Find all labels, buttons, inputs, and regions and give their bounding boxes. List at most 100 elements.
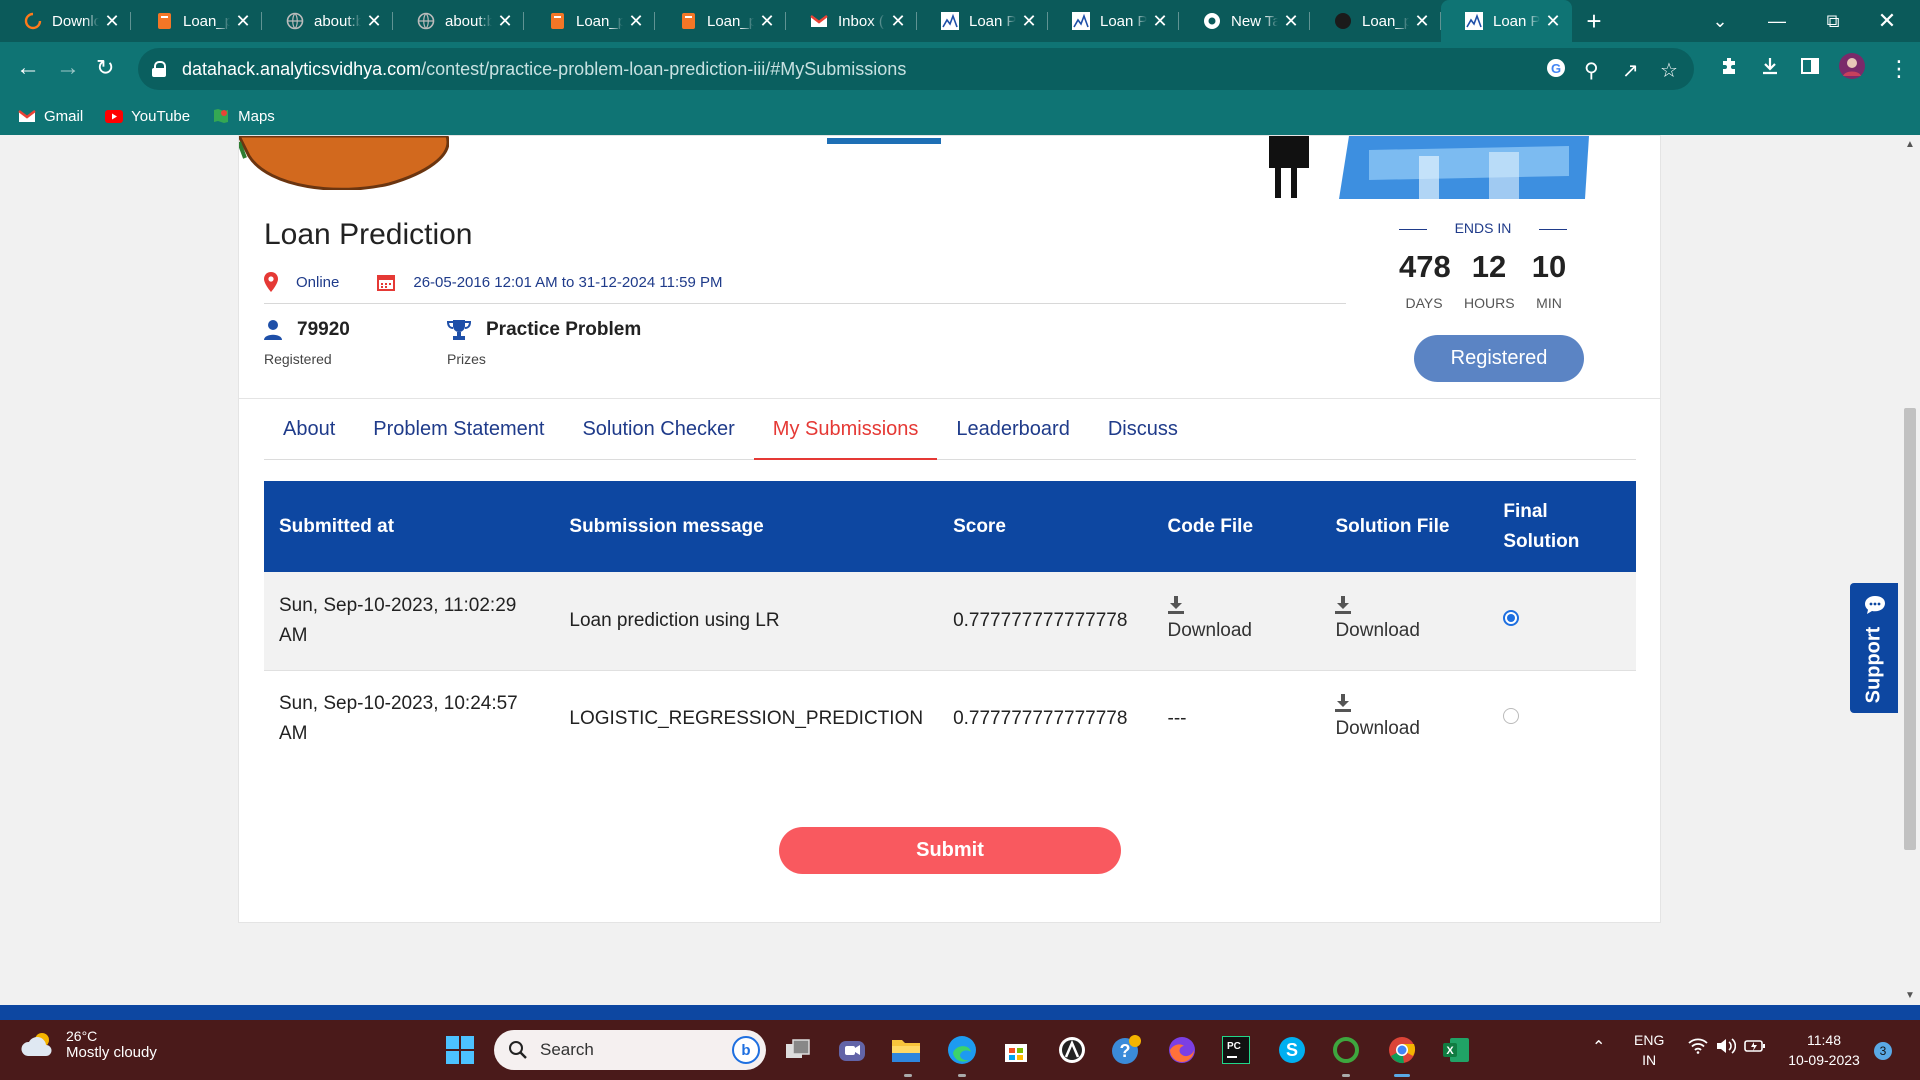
close-tab-icon[interactable]: ✕ [1544,11,1562,32]
close-tab-icon[interactable]: ✕ [1151,11,1169,32]
browser-tab[interactable]: Loan Pr✕ [1441,0,1572,42]
weather-widget[interactable]: 26°C Mostly cloudy [20,1028,157,1061]
close-tab-icon[interactable]: ✕ [758,11,776,32]
tab-my-submissions[interactable]: My Submissions [753,418,938,460]
extensions-icon[interactable] [1720,56,1740,82]
key-icon[interactable]: ⚲ [1584,58,1599,83]
close-tab-icon[interactable]: ✕ [103,11,121,32]
reload-button[interactable]: ↻ [96,56,114,80]
final-solution-radio[interactable] [1503,609,1520,626]
close-window-button[interactable]: ✕ [1864,0,1910,42]
back-button[interactable]: ← [16,56,40,80]
share-icon[interactable]: ↗ [1622,58,1639,83]
downloads-icon[interactable] [1760,56,1780,82]
browser-tab[interactable]: Downlo ✕ [0,0,131,42]
microsoft-store-icon[interactable] [1000,1034,1032,1066]
close-tab-icon[interactable]: ✕ [1020,11,1038,32]
tab-title: Loan Pr [1493,12,1540,30]
code-download-link[interactable]: Download [1167,595,1306,646]
browser-tab[interactable]: Loan_pr✕ [655,0,786,42]
address-bar[interactable]: datahack.analyticsvidhya.com/contest/pra… [138,48,1694,90]
start-button[interactable] [444,1034,476,1066]
submit-button[interactable]: Submit [779,827,1121,874]
bookmark-youtube[interactable]: YouTube [105,108,190,125]
close-tab-icon[interactable]: ✕ [889,11,907,32]
youtube-icon [105,109,124,123]
excel-icon[interactable]: X [1440,1034,1472,1066]
browser-tab[interactable]: about:b ✕ [393,0,524,42]
user-icon [264,320,282,340]
contest-card: Loan Prediction Online 26-05-2016 12:01 … [238,135,1661,923]
col-submitted-at: Submitted at [279,515,395,537]
app-icon-outline[interactable] [1056,1034,1088,1066]
restore-button[interactable]: ⧉ [1810,0,1856,42]
minimize-button[interactable]: — [1754,0,1800,42]
support-tab[interactable]: Support [1850,583,1898,713]
solution-download-link[interactable]: Download [1335,595,1473,646]
close-tab-icon[interactable]: ✕ [496,11,514,32]
forward-button[interactable]: → [56,56,80,80]
edge-browser-icon[interactable] [946,1034,978,1066]
tab-title: Loan_pr [707,12,754,30]
browser-tab[interactable]: Loan_pr✕ [524,0,655,42]
wifi-icon[interactable] [1688,1038,1708,1059]
bookmark-gmail[interactable]: Gmail [18,108,83,125]
page-scrollbar[interactable]: ▲ ▼ [1900,135,1920,1005]
browser-tab[interactable]: Loan_pr✕ [131,0,262,42]
ring-app-icon[interactable] [1330,1034,1362,1066]
browser-tab[interactable]: about:b ✕ [262,0,393,42]
close-tab-icon[interactable]: ✕ [1282,11,1300,32]
registered-button[interactable]: Registered [1414,335,1584,382]
maps-icon [212,109,230,123]
close-tab-icon[interactable]: ✕ [627,11,645,32]
task-view-icon[interactable] [782,1034,814,1066]
firefox-icon[interactable] [1166,1034,1198,1066]
contest-tabs: About Problem Statement Solution Checker My… [264,418,1636,460]
tab-search-icon[interactable]: ⌄ [1700,0,1740,42]
language-indicator[interactable]: ENG IN [1634,1030,1664,1070]
taskbar-search[interactable]: Search b [494,1030,766,1070]
tab-solution-checker[interactable]: Solution Checker [563,418,753,460]
new-tab-button[interactable]: + [1572,6,1616,37]
tab-discuss[interactable]: Discuss [1089,418,1197,460]
browser-tab[interactable]: Loan_pr✕ [1310,0,1441,42]
browser-tab[interactable]: Loan Pr✕ [1048,0,1179,42]
pycharm-icon[interactable]: PC [1220,1034,1252,1066]
google-icon[interactable]: G [1546,58,1566,84]
tab-problem-statement[interactable]: Problem Statement [354,418,563,460]
browser-tab[interactable]: Inbox (2✕ [786,0,917,42]
profile-avatar[interactable] [1838,52,1866,86]
bookmark-star-icon[interactable]: ☆ [1660,58,1678,83]
battery-icon[interactable] [1744,1038,1766,1059]
notification-badge[interactable]: 3 [1874,1042,1892,1060]
calendar-icon [377,275,396,291]
scrollbar-thumb[interactable] [1904,408,1916,850]
message-cell: Loan prediction using LR [569,609,780,631]
final-solution-radio[interactable] [1503,708,1520,725]
solution-download-link[interactable]: Download [1335,694,1473,744]
close-tab-icon[interactable]: ✕ [1413,11,1431,32]
tab-about[interactable]: About [264,418,354,460]
tray-overflow-chevron-icon[interactable]: ⌃ [1592,1038,1605,1058]
file-explorer-icon[interactable] [890,1034,922,1066]
col-code-file: Code File [1167,515,1254,537]
tab-leaderboard[interactable]: Leaderboard [937,418,1088,460]
close-tab-icon[interactable]: ✕ [365,11,383,32]
browser-tab[interactable]: Loan Pr✕ [917,0,1048,42]
clock[interactable]: 11:48 10-09-2023 [1784,1030,1864,1070]
solution-file-cell: Download [1320,670,1488,768]
side-panel-icon[interactable] [1800,56,1820,82]
chrome-menu-icon[interactable]: ⋮ [1888,56,1910,82]
help-app-icon[interactable]: ? [1110,1034,1142,1066]
scroll-up-arrow-icon[interactable]: ▲ [1905,139,1915,150]
browser-tab[interactable]: New Tal✕ [1179,0,1310,42]
close-tab-icon[interactable]: ✕ [234,11,252,32]
notebook-icon [679,12,697,30]
teams-chat-icon[interactable] [836,1034,868,1066]
scroll-down-arrow-icon[interactable]: ▼ [1905,990,1915,1001]
ends-in-label: ENDS IN [1399,220,1567,236]
volume-icon[interactable] [1716,1038,1737,1059]
bookmark-maps[interactable]: Maps [212,108,275,125]
chrome-icon[interactable] [1386,1034,1418,1066]
skype-icon[interactable]: S [1276,1034,1308,1066]
